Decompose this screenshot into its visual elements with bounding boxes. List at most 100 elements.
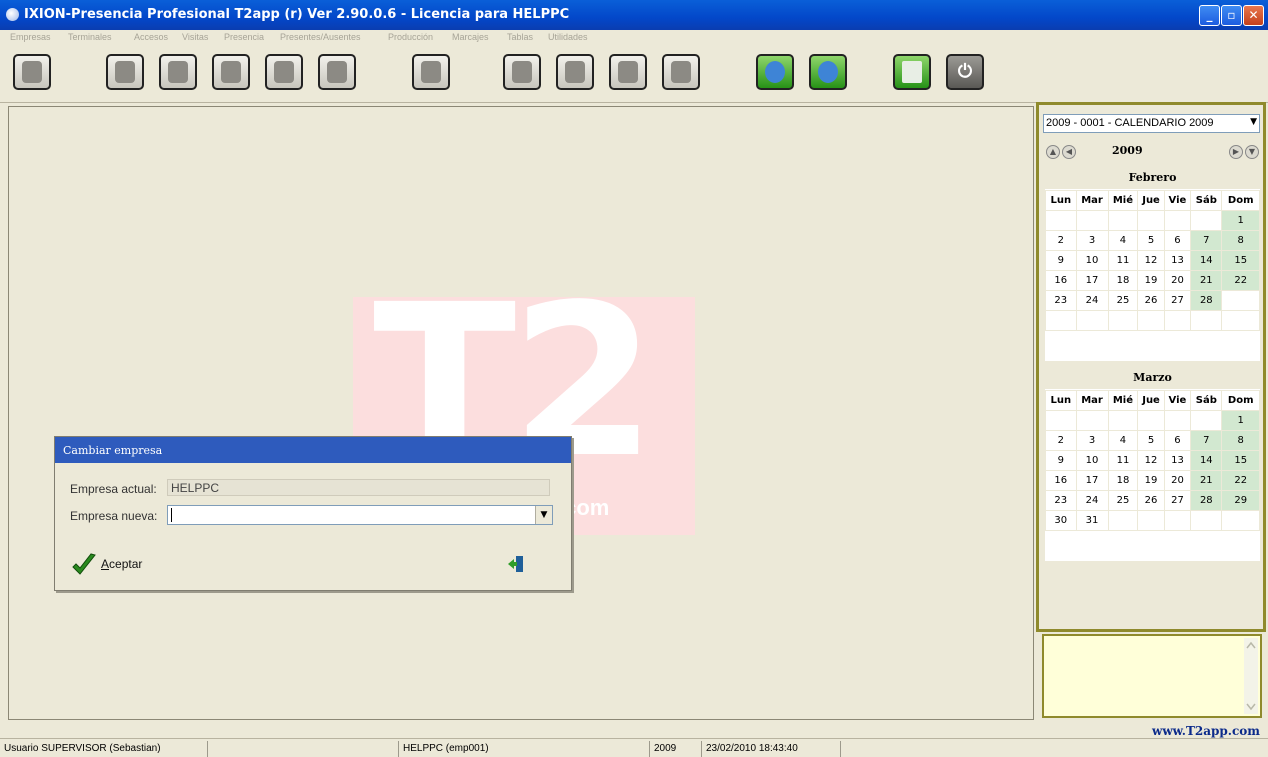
calendar-day[interactable]: 6 bbox=[1163, 230, 1192, 251]
calendar-day[interactable] bbox=[1190, 210, 1223, 231]
calendar-day[interactable]: 9 bbox=[1045, 250, 1077, 271]
calendar-day[interactable]: 3 bbox=[1075, 230, 1109, 251]
calendar-day[interactable]: 28 bbox=[1190, 290, 1223, 311]
calendar-day[interactable] bbox=[1137, 510, 1165, 531]
menu-marcajes[interactable]: Marcajes bbox=[452, 32, 489, 42]
calendar-day[interactable]: 25 bbox=[1107, 490, 1139, 511]
calendar-day[interactable] bbox=[1190, 310, 1223, 331]
dropdown-arrow-icon[interactable]: ▼ bbox=[535, 506, 552, 524]
prev-month-icon[interactable]: ◀ bbox=[1062, 145, 1076, 159]
calendar-day[interactable] bbox=[1045, 310, 1077, 331]
calendar-day[interactable]: 8 bbox=[1221, 230, 1260, 251]
calendar-day[interactable]: 9 bbox=[1045, 450, 1077, 471]
calendar-day[interactable]: 24 bbox=[1075, 490, 1109, 511]
calendar-day[interactable]: 10 bbox=[1075, 250, 1109, 271]
calendar-day[interactable] bbox=[1163, 410, 1192, 431]
website-link[interactable]: www.T2app.com bbox=[1152, 724, 1260, 738]
calendar-day[interactable] bbox=[1045, 210, 1077, 231]
card-button[interactable] bbox=[503, 54, 541, 90]
menu-tablas[interactable]: Tablas bbox=[507, 32, 533, 42]
calendar-day[interactable]: 21 bbox=[1190, 470, 1223, 491]
calendar-day[interactable]: 8 bbox=[1221, 430, 1260, 451]
next-month-icon[interactable]: ▶ bbox=[1229, 145, 1243, 159]
calendar-day[interactable] bbox=[1221, 310, 1260, 331]
maximize-button[interactable]: ▫ bbox=[1221, 5, 1242, 26]
person-button[interactable] bbox=[556, 54, 594, 90]
tools-button[interactable] bbox=[159, 54, 197, 90]
calendar-day[interactable] bbox=[1163, 510, 1192, 531]
calendar-day[interactable]: 17 bbox=[1075, 470, 1109, 491]
calendar-day[interactable]: 27 bbox=[1163, 490, 1192, 511]
calculator-button[interactable] bbox=[893, 54, 931, 90]
calendar-day[interactable] bbox=[1075, 410, 1109, 431]
calendar-day[interactable] bbox=[1045, 410, 1077, 431]
menu-utilidades[interactable]: Utilidades bbox=[548, 32, 588, 42]
calendar-day[interactable] bbox=[1107, 210, 1139, 231]
calendar-day[interactable]: 19 bbox=[1137, 270, 1165, 291]
minimize-button[interactable]: _ bbox=[1199, 5, 1220, 26]
menu-terminales[interactable]: Terminales bbox=[68, 32, 112, 42]
calendar-day[interactable] bbox=[1137, 210, 1165, 231]
calendar-day[interactable]: 2 bbox=[1045, 430, 1077, 451]
calendar-day[interactable] bbox=[1221, 510, 1260, 531]
close-button[interactable]: ✕ bbox=[1243, 5, 1264, 26]
calendar-day[interactable] bbox=[1163, 310, 1192, 331]
info-button[interactable] bbox=[809, 54, 847, 90]
calendar-day[interactable]: 2 bbox=[1045, 230, 1077, 251]
calendar-day[interactable]: 1 bbox=[1221, 410, 1260, 431]
calendar-day[interactable]: 25 bbox=[1107, 290, 1139, 311]
calendar-day[interactable]: 6 bbox=[1163, 430, 1192, 451]
calendar-day[interactable]: 30 bbox=[1045, 510, 1077, 531]
gear-button[interactable] bbox=[212, 54, 250, 90]
calendar-day[interactable]: 13 bbox=[1163, 250, 1192, 271]
calendar-day[interactable] bbox=[1107, 410, 1139, 431]
users-button[interactable] bbox=[13, 54, 51, 90]
calendar-day[interactable]: 16 bbox=[1045, 470, 1077, 491]
calendar-day[interactable]: 19 bbox=[1137, 470, 1165, 491]
calendar-day[interactable]: 4 bbox=[1107, 430, 1139, 451]
calendar-day[interactable]: 21 bbox=[1190, 270, 1223, 291]
calendar-day[interactable]: 20 bbox=[1163, 270, 1192, 291]
calendar-day[interactable]: 17 bbox=[1075, 270, 1109, 291]
calendar-day[interactable]: 22 bbox=[1221, 470, 1260, 491]
calendar-day[interactable]: 23 bbox=[1045, 490, 1077, 511]
calendar-day[interactable] bbox=[1107, 510, 1139, 531]
calendar-day[interactable]: 23 bbox=[1045, 290, 1077, 311]
calendar-day[interactable]: 18 bbox=[1107, 470, 1139, 491]
calendar-day[interactable]: 4 bbox=[1107, 230, 1139, 251]
dropdown-arrow-icon[interactable]: ▼ bbox=[1250, 117, 1257, 127]
print-button[interactable] bbox=[318, 54, 356, 90]
menu-empresas[interactable]: Empresas bbox=[10, 32, 51, 42]
notes-box[interactable] bbox=[1042, 634, 1262, 718]
calendar-day[interactable] bbox=[1137, 310, 1165, 331]
menu-presencia[interactable]: Presencia bbox=[224, 32, 264, 42]
calendar-day[interactable]: 5 bbox=[1137, 230, 1165, 251]
next-year-icon[interactable]: ▼ bbox=[1245, 145, 1259, 159]
calendar-day[interactable]: 7 bbox=[1190, 430, 1223, 451]
calendar-day[interactable]: 31 bbox=[1075, 510, 1109, 531]
calendar-day[interactable]: 5 bbox=[1137, 430, 1165, 451]
new-company-select[interactable]: ▼ bbox=[167, 505, 553, 525]
calendar-day[interactable]: 7 bbox=[1190, 230, 1223, 251]
menu-produccion[interactable]: Producción bbox=[388, 32, 433, 42]
calendar-day[interactable]: 16 bbox=[1045, 270, 1077, 291]
prev-year-icon[interactable]: ▲ bbox=[1046, 145, 1060, 159]
calendar-day[interactable] bbox=[1163, 210, 1192, 231]
terminal-button[interactable] bbox=[265, 54, 303, 90]
calendar-day[interactable]: 14 bbox=[1190, 450, 1223, 471]
calendar-day[interactable]: 11 bbox=[1107, 250, 1139, 271]
menu-visitas[interactable]: Visitas bbox=[182, 32, 208, 42]
calendar-day[interactable]: 15 bbox=[1221, 450, 1260, 471]
dialog-title-bar[interactable]: Cambiar empresa bbox=[55, 437, 571, 463]
menu-presentes-ausentes[interactable]: Presentes/Ausentes bbox=[280, 32, 361, 42]
calendar-day[interactable]: 22 bbox=[1221, 270, 1260, 291]
check-button[interactable] bbox=[662, 54, 700, 90]
calendar-day[interactable]: 1 bbox=[1221, 210, 1260, 231]
calendar-day[interactable]: 13 bbox=[1163, 450, 1192, 471]
title-bar[interactable]: IXION-Presencia Profesional T2app (r) Ve… bbox=[0, 0, 1268, 30]
clock-button[interactable] bbox=[106, 54, 144, 90]
calendar-day[interactable]: 10 bbox=[1075, 450, 1109, 471]
accept-button[interactable]: Aceptar bbox=[101, 557, 142, 571]
menu-accesos[interactable]: Accesos bbox=[134, 32, 168, 42]
calendar-button[interactable] bbox=[609, 54, 647, 90]
